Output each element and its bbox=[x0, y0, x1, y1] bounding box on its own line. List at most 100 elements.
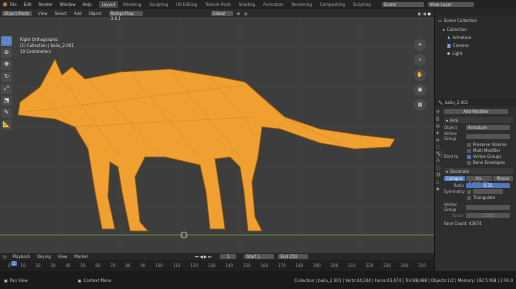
tab-rendering[interactable]: Rendering bbox=[288, 1, 314, 8]
menu-file[interactable]: File bbox=[10, 2, 17, 7]
face-count-label: Face Count: 43674 bbox=[444, 221, 482, 226]
menu-add[interactable]: Add bbox=[74, 11, 82, 16]
modifier-tab-icon[interactable]: 🔧 bbox=[436, 151, 443, 158]
blender-logo-icon[interactable]: ◉ bbox=[0, 0, 10, 9]
menu-edit[interactable]: Edit bbox=[24, 2, 32, 7]
pan-hand-icon[interactable]: ✋ bbox=[414, 69, 426, 81]
decimate-modifier-header[interactable]: ▾ Decimate bbox=[444, 168, 513, 174]
end-frame-field[interactable]: End 250 bbox=[278, 254, 309, 259]
timeline-track[interactable]: 0 10 20 30 40 50 60 70 80 90 100 110 120 130 140 150 160… bbox=[0, 260, 434, 271]
tab-compositing[interactable]: Compositing bbox=[317, 1, 348, 8]
measure-tool-icon[interactable]: 📐 bbox=[1, 120, 12, 130]
outliner-item-collection[interactable]: ▸ Collection bbox=[435, 26, 516, 34]
tab-animation[interactable]: Animation bbox=[260, 1, 286, 8]
outliner-scene-collection[interactable]: ▭ Scene Collection bbox=[435, 16, 516, 26]
menu-view[interactable]: View bbox=[38, 11, 48, 16]
scene-selector[interactable]: Scene bbox=[381, 2, 424, 7]
decimate-vgroup-field[interactable] bbox=[466, 204, 510, 210]
constraints-tab-icon[interactable]: ⛓ bbox=[436, 172, 443, 179]
add-modifier-button[interactable]: Add Modifier bbox=[444, 109, 508, 114]
tab-modeling[interactable]: Modeling bbox=[120, 1, 144, 8]
snap-icon[interactable]: ⊕ bbox=[237, 11, 240, 16]
ratio-slider[interactable]: 0.25 bbox=[466, 183, 510, 188]
timeline-editor-icon[interactable]: ◷ bbox=[3, 254, 7, 259]
particles-tab-icon[interactable]: ⁂ bbox=[436, 158, 443, 165]
triangulate-checkbox[interactable] bbox=[467, 195, 471, 200]
armature-vgroup-field[interactable] bbox=[466, 133, 510, 139]
cursor-tool-icon[interactable]: ⊕ bbox=[1, 48, 12, 58]
tab-uv-editing[interactable]: UV Editing bbox=[173, 1, 200, 8]
decimate-type-tabs: Collapse Un-Subdivide Planar bbox=[444, 176, 513, 186]
menu-object[interactable]: Object bbox=[89, 11, 102, 16]
transform-tool-icon[interactable]: ⬔ bbox=[1, 96, 12, 106]
menu-help[interactable]: Help bbox=[82, 2, 91, 7]
move-tool-icon[interactable]: ✥ bbox=[1, 60, 12, 70]
start-frame-field[interactable]: Start 1 bbox=[244, 254, 275, 259]
tab-shading[interactable]: Shading bbox=[236, 1, 258, 8]
triangulate-row[interactable]: Triangulate bbox=[467, 195, 513, 200]
tab-layout[interactable]: Layout bbox=[98, 1, 119, 8]
axis-gizmo-icon[interactable]: ✛ bbox=[414, 39, 426, 51]
tab-sculpting[interactable]: Sculpting bbox=[146, 1, 171, 8]
expand-chevron-icon[interactable]: ▾ bbox=[446, 169, 448, 174]
timeline-ticks: 0 10 20 30 40 50 60 70 80 90 100 110 120 130 140 150 160… bbox=[0, 263, 434, 268]
armature-object-field[interactable]: Armature bbox=[466, 125, 510, 130]
tab-planar[interactable]: Planar bbox=[493, 176, 513, 181]
playback-controls-icon[interactable]: ⏮◀▶⏭ bbox=[195, 254, 212, 259]
data-tab-icon[interactable]: △ bbox=[436, 179, 443, 186]
tab-texture-paint[interactable]: Texture Paint bbox=[202, 1, 234, 8]
rotate-tool-icon[interactable]: ↻ bbox=[1, 72, 12, 82]
zoom-icon[interactable]: ⌕ bbox=[414, 54, 426, 66]
preserve-volume-row[interactable]: Preserve Volume bbox=[467, 142, 513, 147]
menu-keying[interactable]: Keying bbox=[37, 254, 50, 259]
multi-modifier-checkbox[interactable] bbox=[467, 148, 471, 153]
scene-tab-icon[interactable]: ◈ bbox=[436, 130, 443, 137]
bone-envelopes-row[interactable]: Bone Envelopes bbox=[467, 160, 513, 165]
mode-selector[interactable]: Object Mode bbox=[2, 10, 32, 16]
retopoflow-button[interactable]: RetopoFlow 3.0.1 bbox=[108, 10, 143, 21]
annotate-tool-icon[interactable]: ✎ bbox=[1, 108, 12, 118]
symmetry-axis-field[interactable] bbox=[473, 189, 503, 194]
grid-toggle-icon[interactable]: ▦ bbox=[414, 99, 426, 111]
object-tab-icon[interactable]: ▢ bbox=[436, 144, 443, 151]
vertex-groups-checkbox[interactable] bbox=[467, 154, 471, 159]
tab-collapse[interactable]: Collapse bbox=[444, 176, 465, 181]
playhead[interactable]: 1 bbox=[11, 261, 17, 266]
multi-modifier-row[interactable]: Multi Modifier bbox=[467, 148, 513, 153]
render-tab-icon[interactable]: ⎙ bbox=[436, 116, 443, 123]
camera-view-icon[interactable]: ▣ bbox=[414, 84, 426, 96]
expand-chevron-icon[interactable]: ▾ bbox=[446, 118, 448, 123]
menu-window[interactable]: Window bbox=[60, 2, 76, 7]
wolf-mesh[interactable] bbox=[17, 58, 396, 232]
factor-field[interactable]: 1.000 bbox=[466, 213, 510, 218]
material-tab-icon[interactable]: ◉ bbox=[436, 186, 443, 193]
outliner-item-armature[interactable]: ♞ Armature bbox=[435, 34, 516, 42]
tab-unsubdivide[interactable]: Un-Subdivide bbox=[466, 176, 492, 186]
transform-orientation-selector[interactable]: Global bbox=[210, 10, 233, 16]
scale-tool-icon[interactable]: ⤢ bbox=[1, 84, 12, 94]
view-layer-selector[interactable]: View Layer bbox=[427, 2, 474, 7]
3d-viewport[interactable]: Right Orthographic (1) Collection | bail… bbox=[0, 17, 434, 253]
menu-view-timeline[interactable]: View bbox=[58, 254, 68, 259]
preserve-volume-checkbox[interactable] bbox=[467, 142, 471, 147]
armature-modifier-header[interactable]: ▾ Arm bbox=[444, 117, 513, 123]
bone-envelopes-checkbox[interactable] bbox=[467, 160, 471, 165]
world-tab-icon[interactable]: ◍ bbox=[436, 137, 443, 144]
proportional-edit-icon[interactable]: ◎ bbox=[244, 11, 248, 16]
output-tab-icon[interactable]: ▤ bbox=[436, 123, 443, 130]
outliner-item-camera[interactable]: ◙ Camera bbox=[435, 42, 516, 50]
timeline-tick-label: 120 bbox=[190, 263, 198, 268]
menu-playback[interactable]: Playback bbox=[13, 254, 31, 259]
menu-select[interactable]: Select bbox=[55, 11, 67, 16]
tool-tab-icon[interactable]: ⚒ bbox=[436, 109, 443, 116]
outliner-item-light[interactable]: ✺ Light bbox=[435, 50, 516, 58]
symmetry-checkbox[interactable] bbox=[467, 189, 471, 194]
shading-modes-icon[interactable]: ◐ ◑ ● bbox=[418, 11, 431, 16]
timeline-tick-label: 40 bbox=[65, 263, 71, 268]
tab-scripting[interactable]: Scripting bbox=[350, 1, 374, 8]
physics-tab-icon[interactable]: ◯ bbox=[436, 165, 443, 172]
menu-render[interactable]: Render bbox=[38, 2, 52, 7]
current-frame-field[interactable]: 1 bbox=[220, 254, 237, 259]
select-box-tool-icon[interactable]: ⬚ bbox=[1, 36, 12, 46]
menu-marker[interactable]: Marker bbox=[74, 254, 88, 259]
